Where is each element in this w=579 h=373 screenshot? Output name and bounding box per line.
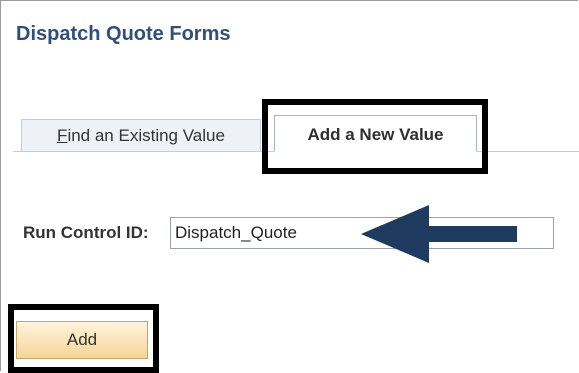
tab-highlight-box	[262, 99, 488, 174]
arrow-left-icon	[361, 205, 517, 263]
tab-find-existing-value[interactable]: Find an Existing Value	[21, 119, 261, 151]
tab-find-accesskey: F	[57, 126, 68, 145]
tab-find-label: ind an Existing Value	[67, 126, 225, 145]
add-button-highlight-box	[8, 304, 159, 373]
run-control-id-label: Run Control ID:	[23, 223, 149, 242]
page-title: Dispatch Quote Forms	[16, 23, 231, 45]
dispatch-quote-forms-page: Dispatch Quote Forms Find an Existing Va…	[0, 0, 579, 373]
